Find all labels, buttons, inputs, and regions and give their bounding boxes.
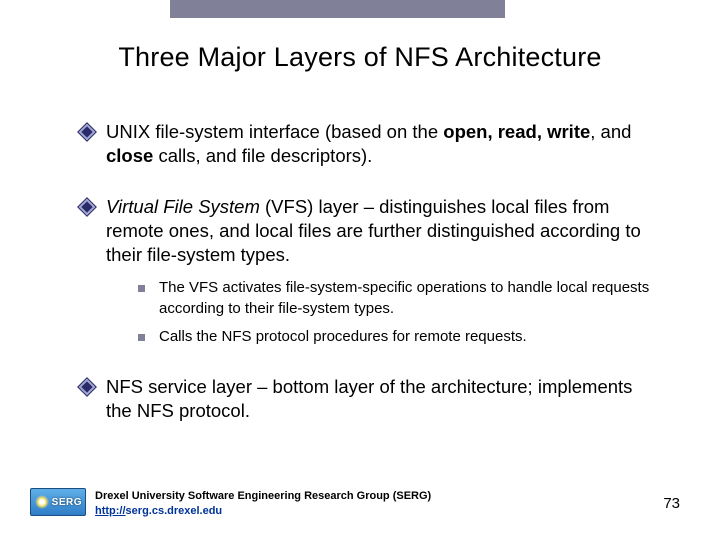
footer: Drexel University Software Engineering R… xyxy=(95,489,431,518)
list-item-text: NFS service layer – bottom layer of the … xyxy=(106,375,660,422)
sub-list-item: The VFS activates file-system-specific o… xyxy=(138,278,660,319)
slide-title: Three Major Layers of NFS Architecture xyxy=(0,42,720,73)
sub-list: The VFS activates file-system-specific o… xyxy=(138,278,660,347)
sub-list-item-text: The VFS activates file-system-specific o… xyxy=(159,278,660,319)
sub-list-item-text: Calls the NFS protocol procedures for re… xyxy=(159,327,527,347)
sub-list-item: Calls the NFS protocol procedures for re… xyxy=(138,327,660,347)
list-item: UNIX file-system interface (based on the… xyxy=(80,120,660,167)
list-item-text: Virtual File System (VFS) layer – distin… xyxy=(106,195,660,266)
diamond-bullet-icon xyxy=(80,380,94,394)
page-number: 73 xyxy=(663,495,680,512)
diamond-bullet-icon xyxy=(80,200,94,214)
serg-logo: SERG xyxy=(30,488,86,516)
square-bullet-icon xyxy=(138,285,145,292)
footer-org: Drexel University Software Engineering R… xyxy=(95,489,431,503)
logo-burst-icon xyxy=(35,495,49,509)
diamond-bullet-icon xyxy=(80,125,94,139)
decorative-top-bar xyxy=(170,0,505,18)
logo-text: SERG xyxy=(52,497,82,508)
list-item-text: UNIX file-system interface (based on the… xyxy=(106,120,660,167)
list-item: Virtual File System (VFS) layer – distin… xyxy=(80,195,660,266)
content-area: UNIX file-system interface (based on the… xyxy=(80,120,660,450)
square-bullet-icon xyxy=(138,334,145,341)
list-item: NFS service layer – bottom layer of the … xyxy=(80,375,660,422)
footer-url: http://serg.cs.drexel.edu xyxy=(95,504,431,518)
